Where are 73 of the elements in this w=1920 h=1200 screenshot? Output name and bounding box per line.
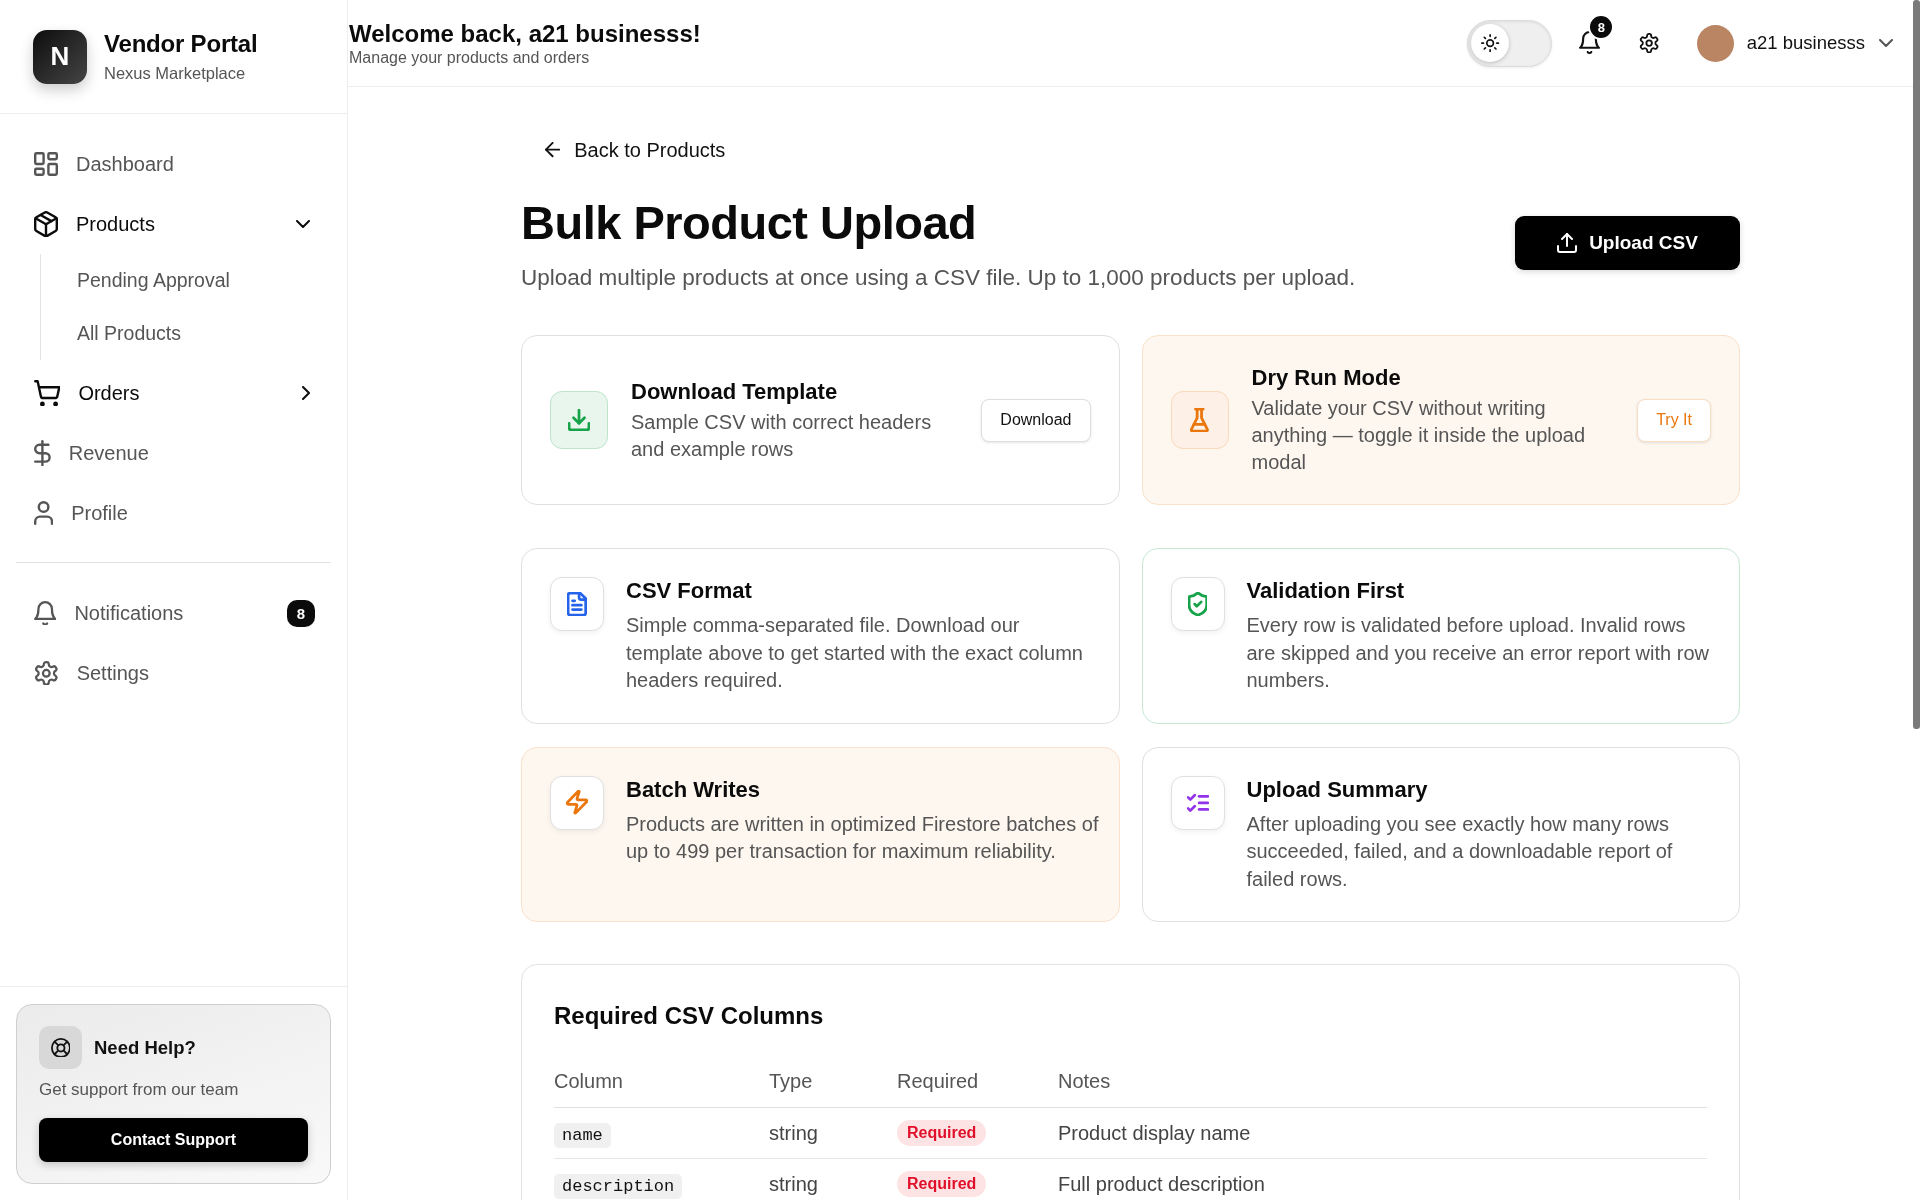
help-text: Get support from our team [39,1080,240,1100]
count-badge: 8 [287,599,315,627]
grid-icon [34,152,58,176]
nav-item[interactable]: Revenue [16,423,331,483]
card-title: Validation First [1246,577,1406,604]
bell-icon [34,600,57,626]
nav-item[interactable]: Profile [16,483,331,543]
nav-item[interactable]: Settings [16,643,331,703]
logo: N [33,29,87,84]
contact-support-button[interactable]: Contact Support [39,1118,308,1162]
card-title: CSV Format [626,577,753,604]
download-icon [550,391,608,449]
nav-item[interactable]: Products [16,194,331,254]
card-title: Download Template [631,377,839,405]
code-label: description [554,1173,683,1199]
scrollbar-thumb[interactable] [1913,0,1920,729]
required-badge: Required [897,1171,987,1198]
nav-item[interactable]: Orders [16,363,331,423]
help-title: Need Help? [94,1036,196,1059]
upload-csv-button[interactable]: Upload CSV [1515,216,1740,270]
table-cell: string [769,1107,897,1159]
card-description: Sample CSV with correct headers and example rows [631,409,933,462]
card-description: Every row is validated before upload. Invalid rows are skipped and you receive an error report with row numbers. [1246,613,1710,693]
table-cell: Full product description [1058,1158,1707,1200]
page-title: Bulk Product Upload [521,195,978,251]
lightning-icon [550,775,604,830]
cart-icon [34,379,61,407]
page-description: Upload multiple products at once using a CSV file. Up to 1,000 products per upload. [521,265,1356,291]
notification-badge: 8 [1588,14,1615,41]
card-description: Simple comma-separated file. Download our template above to get started with the exact column headers required. [626,613,1084,693]
nav-item[interactable]: Notifications 8 [16,583,331,643]
column-header: Notes [1058,1069,1707,1108]
app-title: Vendor Portal [104,30,258,58]
column-header: Column [554,1069,769,1108]
card-title: Dry Run Mode [1251,364,1402,391]
lifebuoy-icon [39,1026,82,1069]
chevron-down-icon[interactable] [1879,39,1893,47]
theme-toggle[interactable] [1467,19,1553,67]
user-avatar[interactable] [1696,24,1734,62]
dollar-icon [34,439,51,467]
app-subtitle: Nexus Marketplace [104,64,247,83]
back-link[interactable]: Back to Products [521,137,750,163]
nav-item[interactable]: Dashboard [16,134,331,194]
card-description: Products are written in optimized Firestore batches of up to 499 per transaction for maximum reliability. [626,811,1099,864]
bell-icon[interactable] [1579,31,1601,55]
section-title: Required CSV Columns [554,1001,825,1031]
card-description: After uploading you see exactly how many rows succeeded, failed, and a downloadable report of failed rows. [1246,811,1674,892]
flask-icon [1170,391,1229,449]
user-name[interactable]: a21 businesss [1746,32,1865,54]
table-cell: string [769,1158,897,1200]
download-button[interactable]: Download [981,398,1091,442]
checklist-icon [1170,775,1225,830]
table-cell: Product display name [1058,1107,1707,1159]
welcome-title: Welcome back, a21 businesss! [349,19,701,48]
code-label: name [554,1122,611,1148]
document-icon [550,577,604,631]
required-badge: Required [897,1120,987,1147]
box-icon [34,210,58,238]
card-title: Upload Summary [1246,775,1429,803]
upload-icon [1557,233,1578,253]
column-header: Type [769,1069,897,1108]
user-icon [34,501,54,525]
welcome-subtitle: Manage your products and orders [349,48,591,67]
card-title: Batch Writes [626,775,762,803]
shield-check-icon [1170,577,1225,631]
settings-icon [34,660,59,686]
nav-subitem[interactable]: All Products [41,307,331,360]
nav-subitem[interactable]: Pending Approval [41,254,331,307]
card-description: Validate your CSV without writing anything — toggle it inside the upload modal [1251,396,1587,475]
sun-icon [1481,33,1500,53]
arrow-left-icon [545,142,561,158]
settings-icon[interactable] [1639,32,1660,54]
column-header: Required [897,1069,1058,1108]
